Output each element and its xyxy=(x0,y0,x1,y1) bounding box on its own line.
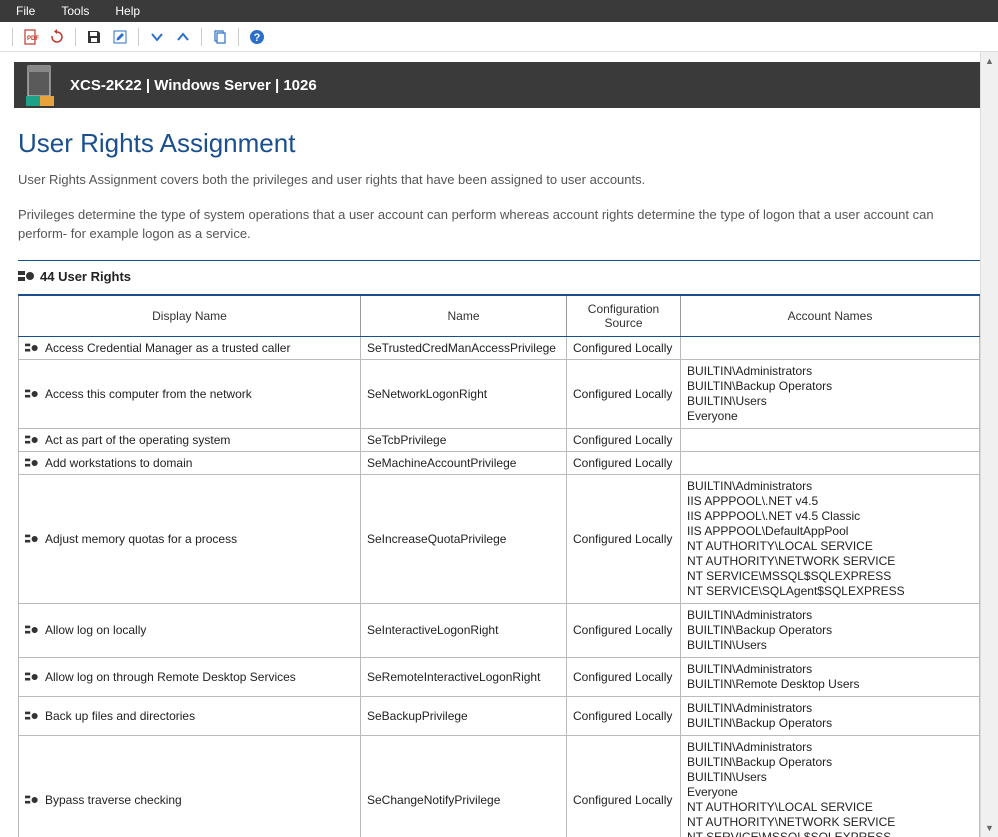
row-privilege-name: SeIncreaseQuotaPrivilege xyxy=(361,474,567,603)
table-row[interactable]: Access Credential Manager as a trusted c… xyxy=(19,336,980,359)
table-row[interactable]: Allow log on locally SeInteractiveLogonRi… xyxy=(19,603,980,657)
rights-table: Display Name Name Configuration Source A… xyxy=(18,294,980,837)
report-header: XCS-2K22 | Windows Server | 1026 xyxy=(14,62,984,108)
table-header-row: Display Name Name Configuration Source A… xyxy=(19,295,980,337)
row-display-name: Access this computer from the network xyxy=(45,387,252,401)
pdf-icon: PDF xyxy=(23,29,39,45)
row-config-source: Configured Locally xyxy=(567,359,681,428)
menu-file[interactable]: File xyxy=(8,4,53,18)
edit-button[interactable] xyxy=(108,25,132,49)
row-display-name: Add workstations to domain xyxy=(45,456,192,470)
row-privilege-name: SeBackupPrivilege xyxy=(361,696,567,735)
row-config-source: Configured Locally xyxy=(567,428,681,451)
row-display-name: Back up files and directories xyxy=(45,709,195,723)
row-display-name: Allow log on through Remote Desktop Serv… xyxy=(45,670,296,684)
server-icon xyxy=(22,62,58,108)
scroll-down-arrow[interactable]: ▼ xyxy=(981,819,998,837)
copy-button[interactable] xyxy=(208,25,232,49)
table-row[interactable]: Back up files and directories SeBackupPri… xyxy=(19,696,980,735)
svg-text:?: ? xyxy=(254,32,261,44)
row-privilege-name: SeTcbPrivilege xyxy=(361,428,567,451)
row-account-names xyxy=(681,428,980,451)
row-account-names: BUILTIN\AdministratorsBUILTIN\Backup Ope… xyxy=(681,603,980,657)
help-button[interactable]: ? xyxy=(245,25,269,49)
save-icon xyxy=(86,29,102,45)
menubar: File Tools Help xyxy=(0,0,998,22)
row-privilege-name: SeInteractiveLogonRight xyxy=(361,603,567,657)
table-row[interactable]: Allow log on through Remote Desktop Serv… xyxy=(19,657,980,696)
content-scroll[interactable]: XCS-2K22 | Windows Server | 1026 User Ri… xyxy=(0,52,998,837)
row-account-names: BUILTIN\AdministratorsBUILTIN\Backup Ope… xyxy=(681,359,980,428)
row-config-source: Configured Locally xyxy=(567,451,681,474)
page-desc-1: User Rights Assignment covers both the p… xyxy=(18,171,980,190)
col-display-name[interactable]: Display Name xyxy=(19,295,361,337)
row-privilege-name: SeRemoteInteractiveLogonRight xyxy=(361,657,567,696)
row-privilege-name: SeMachineAccountPrivilege xyxy=(361,451,567,474)
chevron-down-icon xyxy=(150,30,164,44)
page-title: User Rights Assignment xyxy=(18,128,980,159)
row-display-name: Access Credential Manager as a trusted c… xyxy=(45,341,290,355)
row-config-source: Configured Locally xyxy=(567,603,681,657)
row-display-name: Allow log on locally xyxy=(45,623,146,637)
vertical-scrollbar[interactable]: ▲ ▼ xyxy=(980,52,998,837)
table-row[interactable]: Act as part of the operating system SeTcb… xyxy=(19,428,980,451)
row-config-source: Configured Locally xyxy=(567,657,681,696)
row-privilege-name: SeNetworkLogonRight xyxy=(361,359,567,428)
table-row[interactable]: Add workstations to domain SeMachineAccou… xyxy=(19,451,980,474)
row-display-name: Bypass traverse checking xyxy=(45,793,182,807)
row-config-source: Configured Locally xyxy=(567,735,681,837)
row-account-names: BUILTIN\AdministratorsBUILTIN\Backup Ope… xyxy=(681,696,980,735)
col-config-source[interactable]: Configuration Source xyxy=(567,295,681,337)
row-display-name: Adjust memory quotas for a process xyxy=(45,532,237,546)
collapse-button[interactable] xyxy=(171,25,195,49)
menu-help[interactable]: Help xyxy=(107,4,158,18)
table-row[interactable]: Bypass traverse checking SeChangeNotifyPr… xyxy=(19,735,980,837)
save-button[interactable] xyxy=(82,25,106,49)
table-row[interactable]: Access this computer from the network SeN… xyxy=(19,359,980,428)
refresh-button[interactable] xyxy=(45,25,69,49)
refresh-icon xyxy=(49,29,65,45)
row-privilege-name: SeTrustedCredManAccessPrivilege xyxy=(361,336,567,359)
rights-icon xyxy=(18,269,34,283)
row-account-names: BUILTIN\AdministratorsIIS APPPOOL\.NET v… xyxy=(681,474,980,603)
section-header: 44 User Rights xyxy=(18,260,980,284)
row-account-names xyxy=(681,336,980,359)
row-account-names xyxy=(681,451,980,474)
row-config-source: Configured Locally xyxy=(567,336,681,359)
row-display-name: Act as part of the operating system xyxy=(45,433,230,447)
menu-tools[interactable]: Tools xyxy=(53,4,107,18)
row-privilege-name: SeChangeNotifyPrivilege xyxy=(361,735,567,837)
section-count: 44 User Rights xyxy=(40,269,131,284)
toolbar: PDF ? xyxy=(0,22,998,52)
pdf-export-button[interactable]: PDF xyxy=(19,25,43,49)
col-name[interactable]: Name xyxy=(361,295,567,337)
help-icon: ? xyxy=(249,29,265,45)
pencil-icon xyxy=(112,29,128,45)
col-account-names[interactable]: Account Names xyxy=(681,295,980,337)
chevron-up-icon xyxy=(176,30,190,44)
report-title: XCS-2K22 | Windows Server | 1026 xyxy=(70,77,317,94)
copy-icon xyxy=(212,29,228,45)
svg-text:PDF: PDF xyxy=(27,36,39,42)
scroll-up-arrow[interactable]: ▲ xyxy=(981,52,998,70)
expand-button[interactable] xyxy=(145,25,169,49)
row-account-names: BUILTIN\AdministratorsBUILTIN\Remote Des… xyxy=(681,657,980,696)
table-row[interactable]: Adjust memory quotas for a process SeIncr… xyxy=(19,474,980,603)
row-config-source: Configured Locally xyxy=(567,474,681,603)
row-account-names: BUILTIN\AdministratorsBUILTIN\Backup Ope… xyxy=(681,735,980,837)
row-config-source: Configured Locally xyxy=(567,696,681,735)
page-desc-2: Privileges determine the type of system … xyxy=(18,206,980,244)
